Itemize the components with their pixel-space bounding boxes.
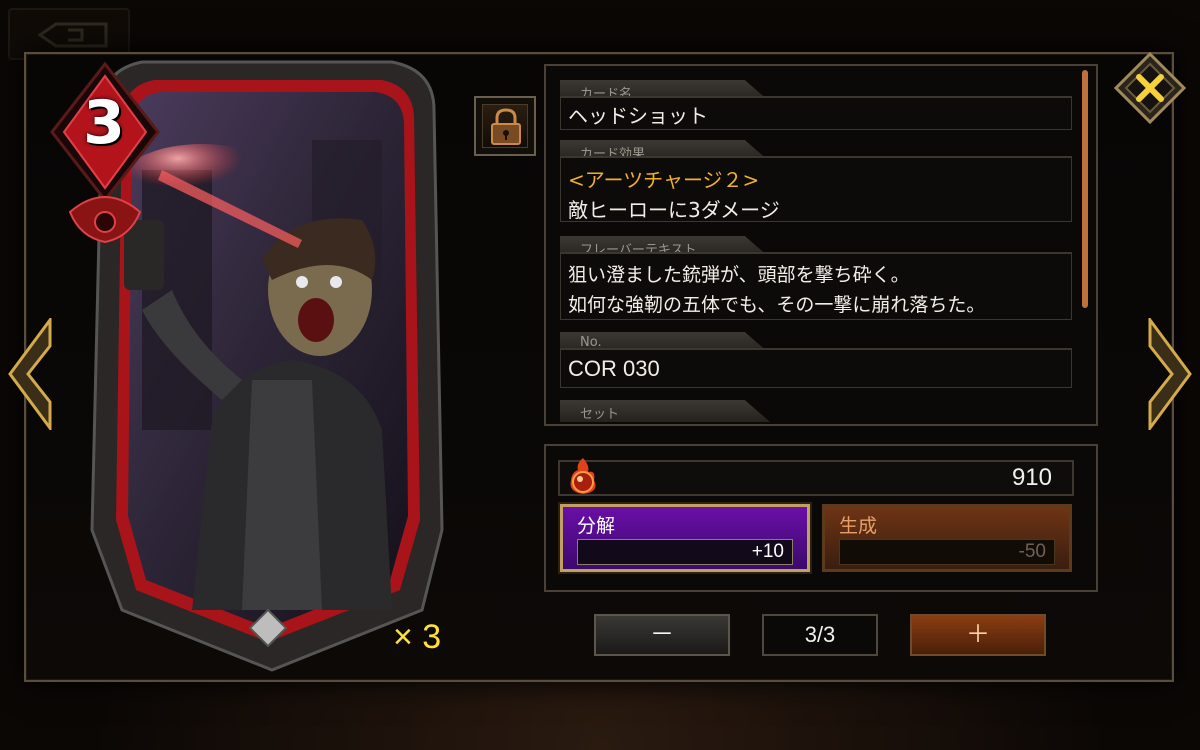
craft-value: -50 bbox=[839, 539, 1055, 565]
card-effect-text: 敵ヒーローに3ダメージ bbox=[568, 198, 780, 222]
fire-orb-icon bbox=[570, 458, 596, 494]
back-arrow-icon bbox=[38, 22, 108, 48]
field-label-set: セット bbox=[560, 400, 770, 422]
currency-value: 910 bbox=[1011, 464, 1052, 491]
craft-button[interactable]: 生成 -50 bbox=[822, 504, 1072, 572]
lock-button[interactable] bbox=[474, 96, 536, 156]
dismantle-value: +10 bbox=[577, 539, 793, 565]
chevron-right-icon[interactable] bbox=[1146, 318, 1194, 430]
card-cost: 3 bbox=[83, 88, 125, 158]
plus-button[interactable]: ＋ bbox=[910, 614, 1046, 656]
craft-label: 生成 bbox=[839, 515, 878, 537]
card-number: COR 030 bbox=[568, 356, 660, 381]
close-x-icon[interactable] bbox=[1114, 52, 1186, 124]
card-detail-screen: 3 × 3 カード名 ヘッドショット カード効果 <アーツチャージ２> 敵ヒーロ… bbox=[0, 0, 1200, 750]
dismantle-label: 分解 bbox=[577, 515, 616, 537]
info-scrollbar[interactable] bbox=[1082, 70, 1088, 308]
card-name: ヘッドショット bbox=[568, 104, 708, 128]
flavor-text-line-2: 如何な強靭の五体でも、その一撃に崩れ落ちた。 bbox=[568, 294, 986, 316]
card-effect-keyword: <アーツチャージ２> bbox=[568, 168, 760, 192]
dismantle-button[interactable]: 分解 +10 bbox=[560, 504, 810, 572]
minus-button[interactable]: － bbox=[594, 614, 730, 656]
copy-count: 3/3 bbox=[762, 614, 878, 656]
flavor-text-line-1: 狙い澄ました銃弾が、頭部を撃ち砕く。 bbox=[568, 264, 910, 286]
chevron-left-icon[interactable] bbox=[6, 318, 54, 430]
card-copies: × 3 bbox=[393, 618, 442, 656]
lock-icon bbox=[491, 108, 521, 145]
